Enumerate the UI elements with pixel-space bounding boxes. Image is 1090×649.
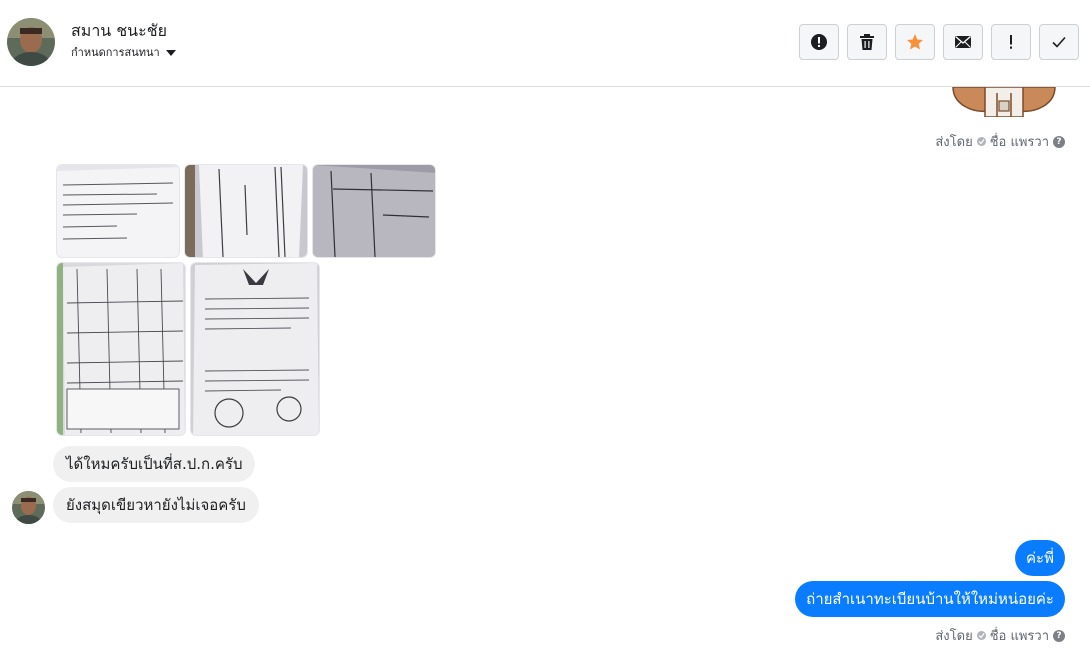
check-circle-icon [976, 631, 986, 640]
document-photo[interactable] [56, 164, 180, 258]
question-circle-icon[interactable]: ? [1053, 629, 1065, 642]
check-icon [1052, 36, 1066, 48]
check-circle-icon [976, 137, 986, 146]
envelope-icon [955, 35, 971, 48]
sent-by-text: ส่งโดย [935, 135, 973, 150]
sent-by-label: ส่งโดย ชื่อ แพรวา ? [935, 625, 1065, 646]
sent-by-label: ส่งโดย ชื่อ แพรวา ? [935, 131, 1065, 152]
conversation-settings-label: กำหนดการสนทนา [71, 46, 160, 59]
mark-important-button[interactable] [991, 24, 1031, 60]
sticker-image[interactable] [945, 87, 1060, 117]
mark-done-button[interactable] [1039, 24, 1079, 60]
star-button[interactable] [895, 24, 935, 60]
conversation-settings-dropdown[interactable]: กำหนดการสนทนา [71, 43, 176, 61]
document-photo[interactable] [312, 164, 436, 258]
conversation-header: สมาน ชนะชัย กำหนดการสนทนา [0, 0, 1090, 87]
contact-avatar[interactable] [7, 18, 55, 66]
outgoing-message[interactable]: ถ่ายสำเนาทะเบียนบ้านให้ใหม่หน่อยค่ะ [795, 581, 1065, 617]
delete-button[interactable] [847, 24, 887, 60]
alert-circle-icon [811, 34, 827, 50]
report-button[interactable] [799, 24, 839, 60]
incoming-message[interactable]: ได้ใหมครับเป็นที่ส.ป.ก.ครับ [53, 446, 256, 482]
document-photo[interactable] [184, 164, 308, 258]
question-circle-icon[interactable]: ? [1053, 135, 1065, 148]
mark-unread-button[interactable] [943, 24, 983, 60]
sent-by-text: ส่งโดย [935, 629, 973, 644]
trash-icon [860, 34, 874, 50]
agent-name[interactable]: ชื่อ แพรวา [990, 131, 1049, 152]
star-icon [907, 34, 923, 50]
exclamation-icon [1010, 35, 1012, 49]
agent-name[interactable]: ชื่อ แพรวา [990, 625, 1049, 646]
document-photo[interactable] [190, 262, 320, 436]
outgoing-message[interactable]: ค่ะพี่ [1015, 540, 1065, 576]
caret-down-icon [165, 49, 176, 56]
contact-name[interactable]: สมาน ชนะชัย [71, 19, 167, 44]
contact-avatar-small[interactable] [12, 491, 45, 524]
document-photo[interactable] [56, 262, 186, 436]
incoming-message[interactable]: ยังสมุดเขียวหายังไม่เจอครับ [53, 487, 259, 523]
